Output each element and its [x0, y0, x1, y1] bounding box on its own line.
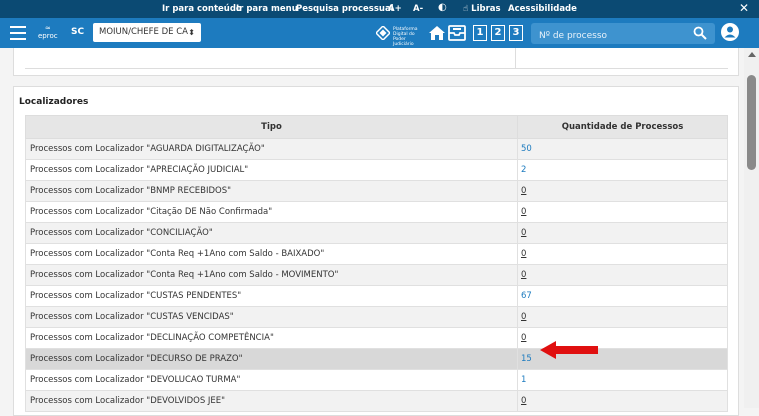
- inbox-icon[interactable]: [448, 24, 466, 42]
- shortcut-3-button[interactable]: 3: [509, 25, 523, 41]
- column-header-quantidade: Quantidade de Processos: [517, 115, 728, 139]
- localizador-type-cell: Processos com Localizador "DECURSO DE PR…: [25, 348, 518, 370]
- localizador-type-cell: Processos com Localizador "APRECIAÇÃO JU…: [25, 159, 518, 181]
- font-increase-button[interactable]: A+: [388, 4, 402, 14]
- search-icon[interactable]: [693, 26, 707, 40]
- quantity-cell: 0: [517, 243, 728, 265]
- main-header: ≈ eproc SC MOIUN/CHEFE DE CA ⬍ Plataform…: [0, 18, 759, 48]
- quantity-cell: 0: [517, 390, 728, 412]
- table-row: Processos com Localizador "DEVOLVIDOS JE…: [25, 390, 728, 412]
- quantity-cell: 1: [517, 369, 728, 391]
- table-row: Processos com Localizador "Conta Req +1A…: [25, 264, 728, 286]
- localizador-type-cell: Processos com Localizador "CONCILIAÇÃO": [25, 222, 518, 244]
- quantity-cell: 0: [517, 180, 728, 202]
- localizadores-panel: Localizadores Tipo Quantidade de Process…: [13, 86, 739, 416]
- quantity-link[interactable]: 67: [521, 291, 532, 301]
- localizadores-table: Tipo Quantidade de Processos Processos c…: [25, 115, 728, 412]
- localizador-type-cell: Processos com Localizador "CUSTAS VENCID…: [25, 306, 518, 328]
- pdpj-text: Plataforma Digital do Poder Judiciário: [393, 27, 418, 47]
- menu-icon[interactable]: [10, 26, 26, 40]
- process-search-link[interactable]: Pesquisa processual: [296, 4, 394, 14]
- libras-label: Libras: [471, 4, 501, 14]
- localizador-type-cell: Processos com Localizador "CUSTAS PENDEN…: [25, 285, 518, 307]
- skip-to-content-link[interactable]: Ir para conteúdo: [162, 4, 242, 14]
- accessibility-bar: Ir para conteúdo Ir para menu Pesquisa p…: [0, 0, 759, 18]
- logo-text: eproc: [38, 32, 58, 40]
- skip-to-menu-link[interactable]: Ir para menu: [236, 4, 298, 14]
- process-number-input[interactable]: [537, 30, 691, 42]
- quantity-cell: 0: [517, 201, 728, 223]
- table-row: Processos com Localizador "DEVOLUCAO TUR…: [25, 369, 728, 391]
- localizador-type-cell: Processos com Localizador "DEVOLUCAO TUR…: [25, 369, 518, 391]
- pdpj-diamond-icon: [376, 26, 390, 40]
- table-row: Processos com Localizador "APRECIAÇÃO JU…: [25, 159, 728, 181]
- quantity-cell: 0: [517, 306, 728, 328]
- shortcut-1-button[interactable]: 1: [473, 25, 487, 41]
- state-label: SC: [71, 27, 85, 37]
- profile-select[interactable]: MOIUN/CHEFE DE CA ⬍: [93, 23, 201, 42]
- process-search: [531, 23, 715, 44]
- quantity-link[interactable]: 0: [521, 396, 526, 406]
- quantity-cell: 0: [517, 222, 728, 244]
- quantity-link[interactable]: 1: [521, 375, 526, 385]
- quantity-link[interactable]: 0: [521, 249, 526, 259]
- previous-panel: [13, 48, 739, 76]
- font-decrease-button[interactable]: A-: [413, 4, 423, 14]
- scrollbar-thumb[interactable]: [747, 75, 756, 170]
- quantity-link[interactable]: 50: [521, 144, 532, 154]
- table-row: Processos com Localizador "DECLINAÇÃO CO…: [25, 327, 728, 349]
- eproc-logo[interactable]: ≈ eproc: [38, 24, 58, 41]
- quantity-cell: 67: [517, 285, 728, 307]
- quantity-link[interactable]: 0: [521, 207, 526, 217]
- quantity-cell: 2: [517, 159, 728, 181]
- quantity-link[interactable]: 0: [521, 228, 526, 238]
- localizador-type-cell: Processos com Localizador "BNMP RECEBIDO…: [25, 180, 518, 202]
- close-icon[interactable]: ✕: [739, 1, 749, 15]
- profile-select-value: MOIUN/CHEFE DE CA: [99, 27, 189, 37]
- contrast-icon[interactable]: ◐: [438, 2, 447, 13]
- localizador-type-cell: Processos com Localizador "Conta Req +1A…: [25, 243, 518, 265]
- quantity-link[interactable]: 0: [521, 186, 526, 196]
- quantity-link[interactable]: 0: [521, 333, 526, 343]
- table-row: Processos com Localizador "DECURSO DE PR…: [25, 348, 728, 370]
- user-avatar-icon[interactable]: [721, 23, 739, 41]
- localizador-type-cell: Processos com Localizador "Conta Req +1A…: [25, 264, 518, 286]
- chevron-updown-icon: ⬍: [188, 28, 195, 37]
- localizador-type-cell: Processos com Localizador "DECLINAÇÃO CO…: [25, 327, 518, 349]
- page-scrollbar[interactable]: [744, 48, 759, 408]
- localizador-type-cell: Processos com Localizador "AGUARDA DIGIT…: [25, 138, 518, 160]
- logo-mark-icon: ≈: [44, 24, 51, 32]
- localizador-type-cell: Processos com Localizador "DEVOLVIDOS JE…: [25, 390, 518, 412]
- table-row: Processos com Localizador "Citação DE Nã…: [25, 201, 728, 223]
- column-header-tipo: Tipo: [25, 115, 518, 139]
- red-arrow-annotation: [540, 341, 598, 359]
- section-title: Localizadores: [19, 97, 89, 107]
- table-row: Processos com Localizador "CONCILIAÇÃO" 0: [25, 222, 728, 244]
- hand-icon: ☝: [463, 4, 469, 14]
- table-row: Processos com Localizador "Conta Req +1A…: [25, 243, 728, 265]
- table-row: Processos com Localizador "BNMP RECEBIDO…: [25, 180, 728, 202]
- quantity-link[interactable]: 0: [521, 312, 526, 322]
- table-row: Processos com Localizador "CUSTAS VENCID…: [25, 306, 728, 328]
- libras-link[interactable]: ☝ Libras: [463, 4, 501, 14]
- scroll-up-icon[interactable]: [748, 52, 756, 57]
- localizador-type-cell: Processos com Localizador "Citação DE Nã…: [25, 201, 518, 223]
- quantity-cell: 50: [517, 138, 728, 160]
- quantity-link[interactable]: 2: [521, 165, 526, 175]
- table-row: Processos com Localizador "AGUARDA DIGIT…: [25, 138, 728, 160]
- pdpj-logo[interactable]: Plataforma Digital do Poder Judiciário: [376, 24, 426, 47]
- quantity-link[interactable]: 15: [521, 354, 532, 364]
- accessibility-link[interactable]: Acessibilidade: [508, 4, 577, 14]
- home-icon[interactable]: [428, 24, 446, 42]
- table-row: Processos com Localizador "CUSTAS PENDEN…: [25, 285, 728, 307]
- quantity-link[interactable]: 0: [521, 270, 526, 280]
- quantity-cell: 0: [517, 264, 728, 286]
- shortcut-2-button[interactable]: 2: [491, 25, 505, 41]
